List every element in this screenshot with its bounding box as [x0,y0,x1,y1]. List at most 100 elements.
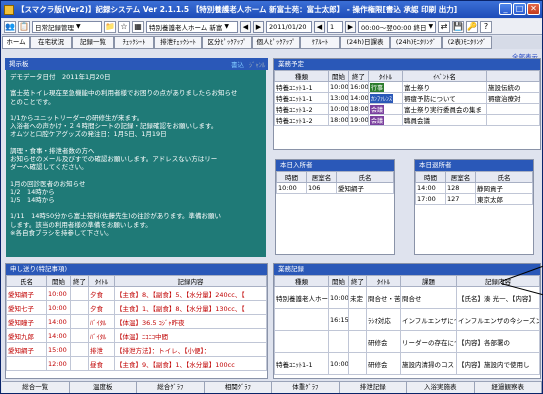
cell: 行事 [368,81,403,93]
tab-monitoring-24h[interactable]: (24h)ﾓﾆﾀﾘﾝｸﾞ [390,36,442,49]
table-row[interactable]: 14:00 128 静岡貢子 [415,182,533,194]
folder-icon[interactable]: 📁 [104,20,116,33]
save-icon[interactable]: 💾 [452,20,464,33]
tab-home[interactable]: ホーム [2,36,30,49]
cell: ﾊﾞｲﾀﾙ [88,328,115,343]
admission-header-row: 時間 居室名 氏名 [276,171,394,183]
tab-care-route[interactable]: ｹｱﾙｰﾄ [300,36,340,49]
tab-excretion-check[interactable]: 排泄ﾁｪｯｸｼｰﾄ [154,36,202,49]
nav-temperature[interactable]: 温度板 [70,382,137,393]
nav-excretion-record[interactable]: 排泄記録 [340,382,407,393]
cell: ﾊﾞｲﾀﾙ [88,314,115,329]
cell: 施設伝統の [486,81,540,93]
cell: 夕食 [88,300,115,315]
facility-select[interactable]: 特別養護老人ホーム 新富 ▼ [146,20,238,33]
next-range-button[interactable]: ▶ [345,20,356,33]
table-row[interactable]: 特養ﾕﾆｯﾄ1-110:00 研修会施設内清掃のコスト削減【内容】施設内で使用し [274,352,540,375]
cell: 【主食】9、【副食】1、【水分量】100cc [114,356,267,371]
help-icon[interactable]: ? [480,20,492,33]
next-day-button[interactable]: ▶ [253,20,264,33]
col-header: 種類 [274,275,329,287]
nav-summary-graph[interactable]: 総合ｸﾞﾗﾌ [137,382,205,393]
table-row[interactable]: 特別養護老人ホーム新富士苑10:00未定問合せ・苦情問合せ【氏名】湊 光一、【内… [274,286,540,309]
cell: 13:00 [328,92,349,104]
col-header: ﾀｲﾄﾙ [368,70,403,82]
bulletin-board: デモデータ日付 2011年1月20日 富士苑トイレ現在至急機能中の利用者様でお困… [6,70,266,257]
cell: 静岡貢子 [475,182,533,194]
cell: 施設内清掃のコスト削減 [400,352,457,375]
maximize-button[interactable]: □ [513,3,526,15]
cell: 会議 [368,103,403,115]
cell: 問合せ [400,286,457,309]
cell [70,314,89,329]
date-field[interactable]: 2011/01/20 [266,20,312,33]
time-range-select[interactable]: 00:00～翌00:00 終日 ▼ [358,20,436,33]
category-tag: 行事 [370,82,385,92]
cell [70,342,89,357]
table-row[interactable]: 研修会リーダーの存在について【内容】各部署の [274,330,540,353]
table-row[interactable]: 16:15 ﾗｼｵ対応インフルエンザについてインフルエンザの今シーズン [274,308,540,331]
close-button[interactable]: ✕ [527,3,540,15]
tab-status[interactable]: 在宅状況 [30,36,72,49]
nav-observation-table[interactable]: 経過観察表 [475,382,542,393]
cell: 昼食 [88,356,115,371]
cell: 愛知七子 [6,300,47,315]
handover-table: 氏名 開始 終了 ﾀｲﾄﾙ 記録内容 愛知綱子 10:00 夕食 【主食】8、【副食】… [6,275,267,371]
nav-correlation-graph[interactable]: 相関ｸﾞﾗﾌ [205,382,272,393]
table-row[interactable]: 12:00 昼食 【主食】9、【副食】1、【水分量】100cc [6,356,267,371]
cell: 特養ﾕﾆｯﾄ1-1 [274,352,329,375]
nav-bath-table[interactable]: 入浴実施表 [407,382,475,393]
nav-overview[interactable]: 総合一覧 [2,382,70,393]
table-row[interactable]: 愛知瞳子 14:00 ﾊﾞｲﾀﾙ 【体温】36.5 ｺｼﾞｬ昨夜 [6,314,267,329]
cell: 19:00 [348,114,369,126]
handover-header-row: 氏名 開始 終了 ﾀｲﾄﾙ 記録内容 [6,275,267,287]
table-row[interactable]: 愛知七子 10:00 夕食 【主食】1、【副食】8、【水分量】130cc、【 [6,300,267,315]
cell: 未定 [348,286,367,309]
tab-record-list[interactable]: 記録一覧 [72,36,114,49]
cell: 富士祭り実行委員会の集ま [402,103,487,115]
cell: 127 [445,193,476,205]
table-row[interactable]: 17:00 127 東京太郎 [415,193,533,205]
table-row[interactable]: 特養ﾕﾆｯﾄ1-1 13:00 14:00 ｶﾝﾌｧﾚﾝｽ 褥瘡予防について 褥瘡治療対 [274,92,540,104]
col-header: 記録内容 [114,275,267,287]
table-row[interactable]: 愛知綱子 15:00 排泄 【排泄方法】：トイレ、【小便】： [6,342,267,357]
col-header [486,70,540,82]
tab-category-pickup[interactable]: 区分ﾋﾟｯｸｱｯﾌﾟ [202,36,252,49]
cell: 18:00 [348,103,369,115]
cell [486,103,540,115]
star-icon[interactable]: ☆ [118,20,130,33]
tab-monitoring-2[interactable]: (2表)ﾓﾆﾀﾘﾝｸﾞ [442,36,492,49]
table-row[interactable]: 愛知綱子 10:00 夕食 【主食】8、【副食】5、【水分量】240cc、【 [6,286,267,301]
day-count-field[interactable]: 1 [327,20,343,33]
minimize-button[interactable]: _ [499,3,512,15]
prev-range-button[interactable]: ◀ [314,20,325,33]
prev-day-button[interactable]: ◀ [240,20,251,33]
table-row[interactable]: 10:00 106 愛知綱子 [276,182,394,194]
people-icon[interactable]: 👥 [4,20,16,33]
table-row[interactable]: 特養ﾕﾆｯﾄ1-1 10:00 16:00 行事 富士祭り 施設伝統の [274,81,540,93]
cell: ﾗｼｵ対応 [366,308,401,331]
cell: 15:00 [46,342,71,357]
clipboard-icon[interactable]: 📋 [18,20,30,33]
table-row[interactable]: 愛知九郎 14:00 ﾊﾞｲﾀﾙ 【体温】ﾆｺﾆｺ中間 [6,328,267,343]
day-count-value: 1 [330,22,335,31]
nav-weight-graph[interactable]: 体重ｸﾞﾗﾌ [272,382,340,393]
cell: 10:00 [328,286,349,309]
cell [274,308,329,331]
schedule-header-row: 種類 開始 終了 ﾀｲﾄﾙ ｲﾍﾞﾝﾄ名 [274,70,540,82]
cell [274,330,329,353]
cell: 14:00 [348,92,369,104]
category-tag: 会議 [370,104,385,114]
schedule-title: 業務予定 [274,59,540,70]
table-row[interactable]: 特養ﾕﾆｯﾄ1-2 18:00 19:00 会議 職員会議 [274,114,540,126]
board-write-button[interactable]: 書込 [231,59,244,69]
tab-daily-schedule[interactable]: (24h)日課表 [340,36,390,49]
grid-icon[interactable]: ▦ [132,20,144,33]
board-genre-button[interactable]: ｼﾞｬﾝﾙ [249,59,265,69]
menu-select[interactable]: 日常記録管理 ▼ [32,20,102,33]
tab-checksheet[interactable]: ﾁｪｯｸｼｰﾄ [114,36,154,49]
tab-individual-pickup[interactable]: 個人ﾋﾟｯｸｱｯﾌﾟ [252,36,300,49]
table-row[interactable]: 特養ﾕﾆｯﾄ1-2 10:00 18:00 会議 富士祭り実行委員会の集ま [274,103,540,115]
sync-icon[interactable]: ⇄ [438,20,450,33]
key-icon[interactable]: 🔑 [466,20,478,33]
